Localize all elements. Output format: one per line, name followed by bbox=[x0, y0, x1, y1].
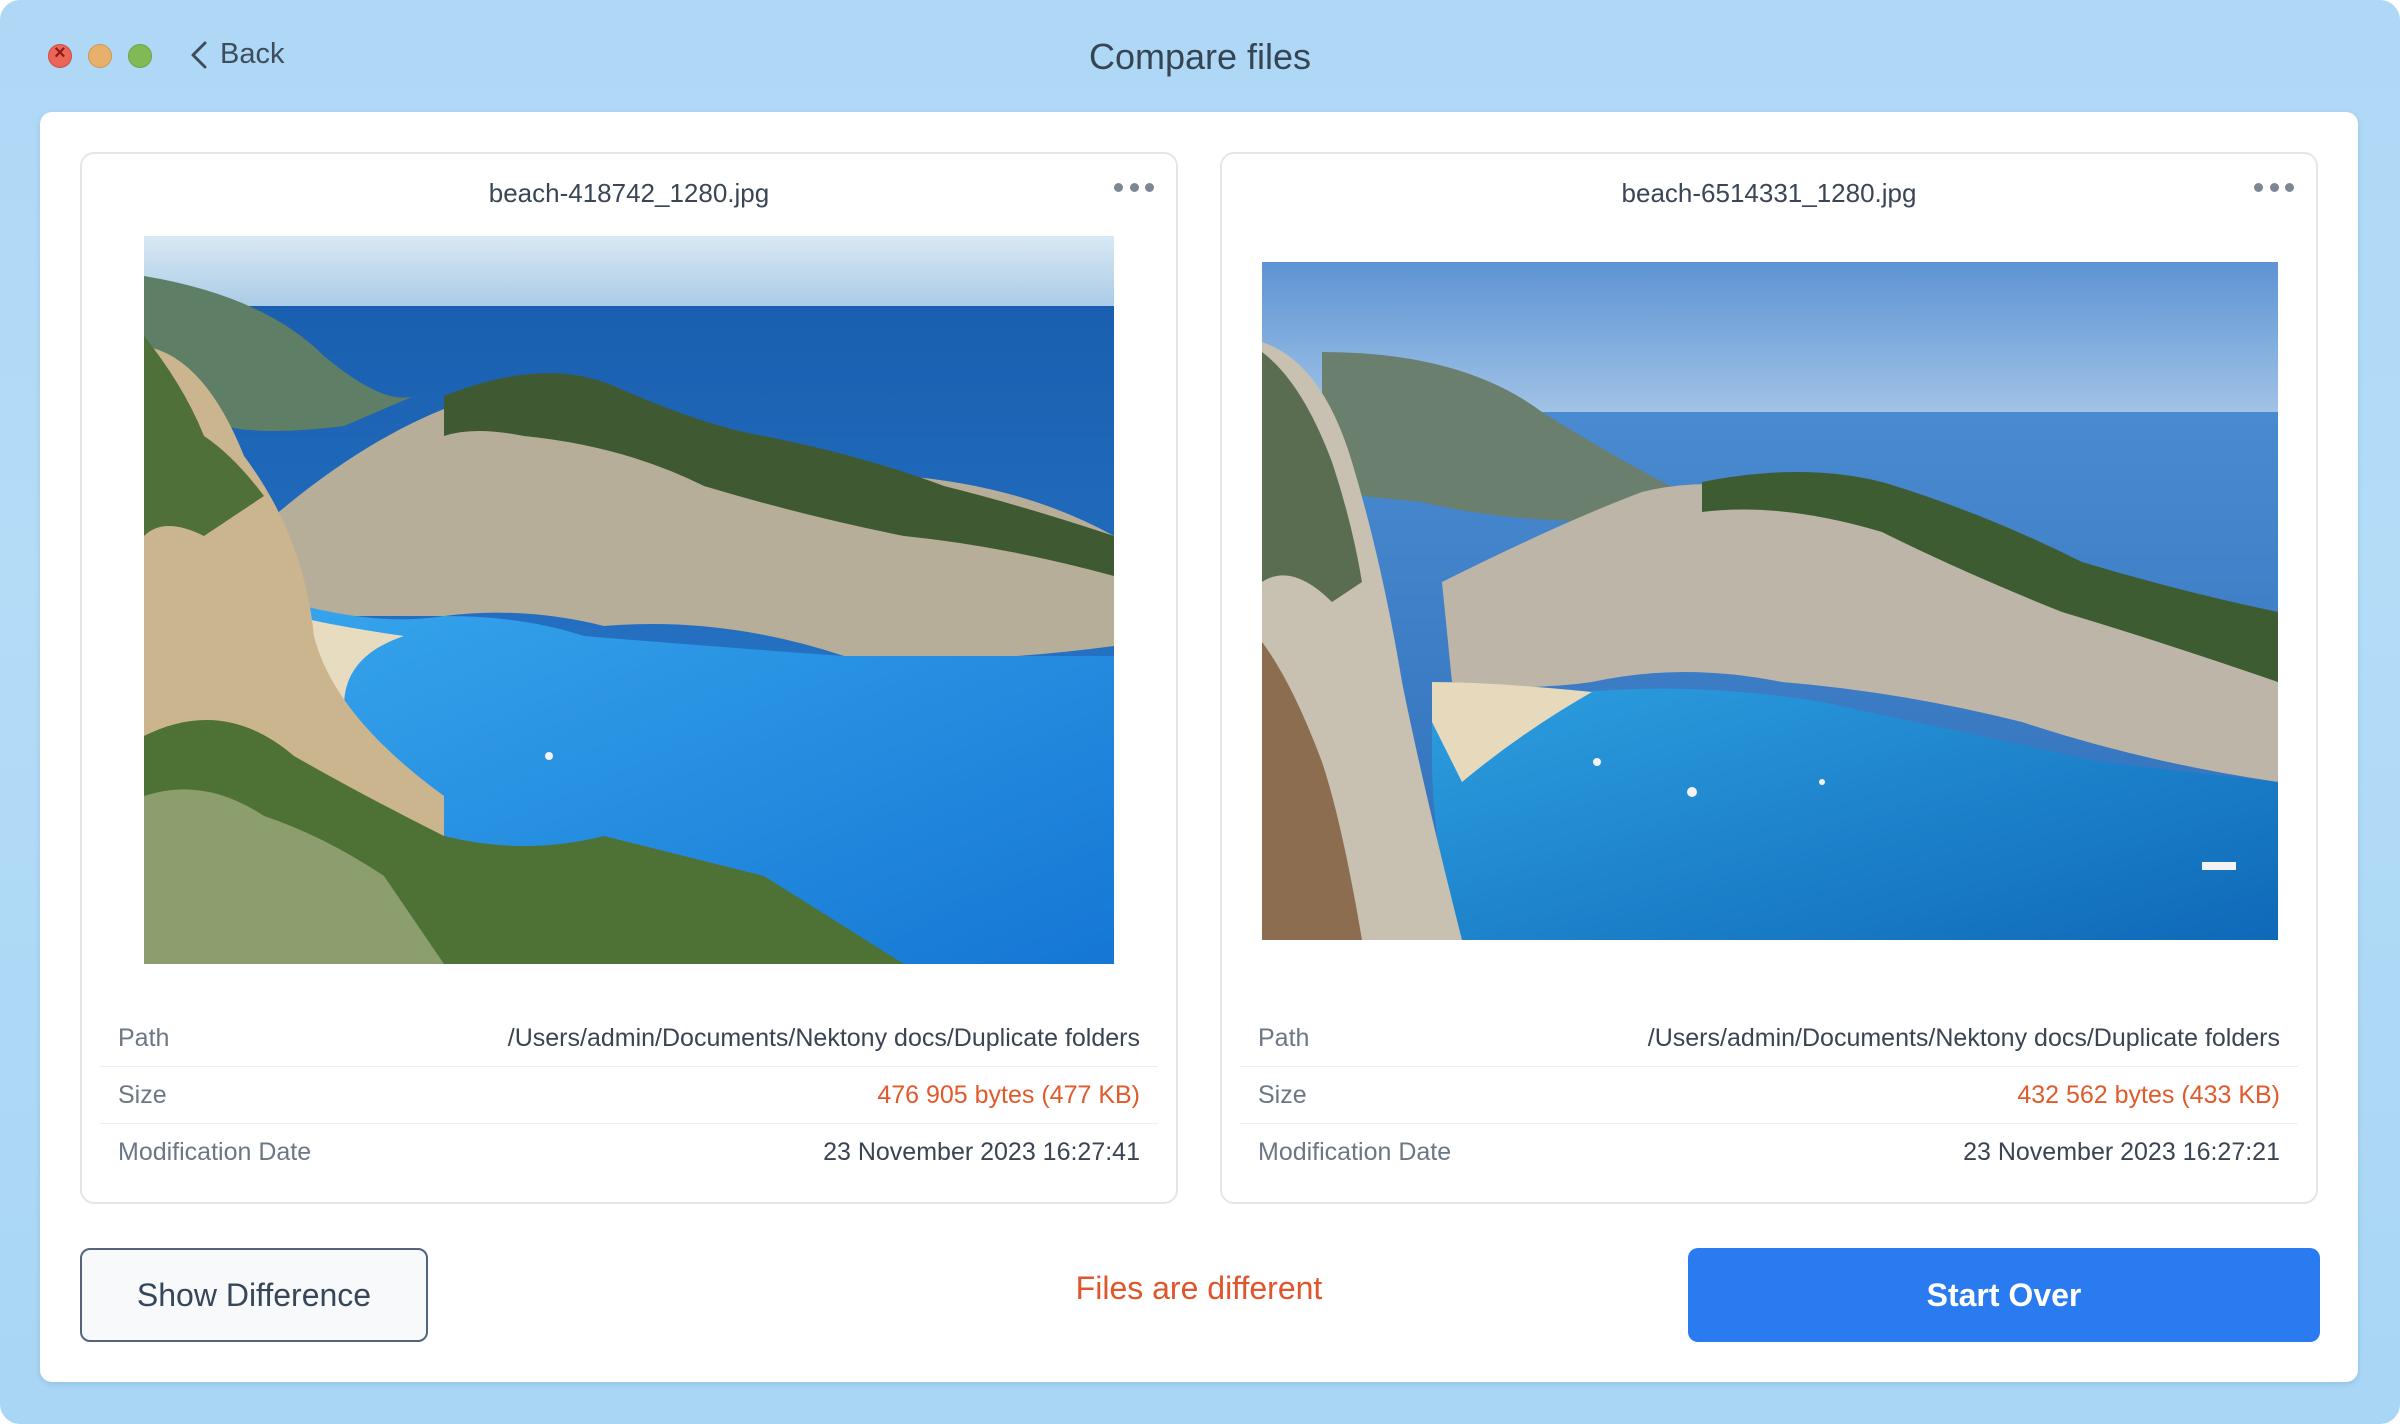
date-value: 23 November 2023 16:27:21 bbox=[1963, 1137, 2280, 1166]
date-value: 23 November 2023 16:27:41 bbox=[823, 1137, 1140, 1166]
path-value: /Users/admin/Documents/Nektony docs/Dupl… bbox=[507, 1023, 1140, 1052]
path-row: Path /Users/admin/Documents/Nektony docs… bbox=[1240, 1010, 2298, 1067]
more-options-icon[interactable] bbox=[1114, 180, 1154, 194]
compare-panel: beach-418742_1280.jpg Path /Users/admin/… bbox=[40, 112, 2358, 1382]
file-card-left: beach-418742_1280.jpg Path /Users/admin/… bbox=[80, 152, 1178, 1204]
image-preview bbox=[1262, 262, 2278, 940]
size-row: Size 476 905 bytes (477 KB) bbox=[100, 1067, 1158, 1124]
date-row: Modification Date 23 November 2023 16:27… bbox=[1240, 1124, 2298, 1180]
size-value: 432 562 bytes (433 KB) bbox=[2017, 1080, 2280, 1109]
image-preview bbox=[144, 236, 1114, 964]
file-name: beach-418742_1280.jpg bbox=[488, 178, 770, 208]
file-metadata: Path /Users/admin/Documents/Nektony docs… bbox=[1240, 1010, 2298, 1180]
size-value: 476 905 bytes (477 KB) bbox=[877, 1080, 1140, 1109]
size-row: Size 432 562 bytes (433 KB) bbox=[1240, 1067, 2298, 1124]
path-row: Path /Users/admin/Documents/Nektony docs… bbox=[100, 1010, 1158, 1067]
start-over-button[interactable]: Start Over bbox=[1688, 1248, 2320, 1342]
file-name: beach-6514331_1280.jpg bbox=[1621, 178, 1917, 208]
path-label: Path bbox=[1258, 1023, 1310, 1052]
size-label: Size bbox=[1258, 1080, 1307, 1109]
date-label: Modification Date bbox=[1258, 1137, 1452, 1166]
file-metadata: Path /Users/admin/Documents/Nektony docs… bbox=[100, 1010, 1158, 1180]
date-label: Modification Date bbox=[118, 1137, 312, 1166]
path-label: Path bbox=[118, 1023, 170, 1052]
window-title: Compare files bbox=[1088, 36, 1312, 77]
date-row: Modification Date 23 November 2023 16:27… bbox=[100, 1124, 1158, 1180]
app-window: Back Compare files beach-418742_1280.jpg bbox=[0, 0, 2400, 1424]
file-card-right: beach-6514331_1280.jpg Path /Users/admin… bbox=[1220, 152, 2318, 1204]
more-options-icon[interactable] bbox=[2254, 180, 2294, 194]
path-value: /Users/admin/Documents/Nektony docs/Dupl… bbox=[1647, 1023, 2280, 1052]
size-label: Size bbox=[118, 1080, 167, 1109]
